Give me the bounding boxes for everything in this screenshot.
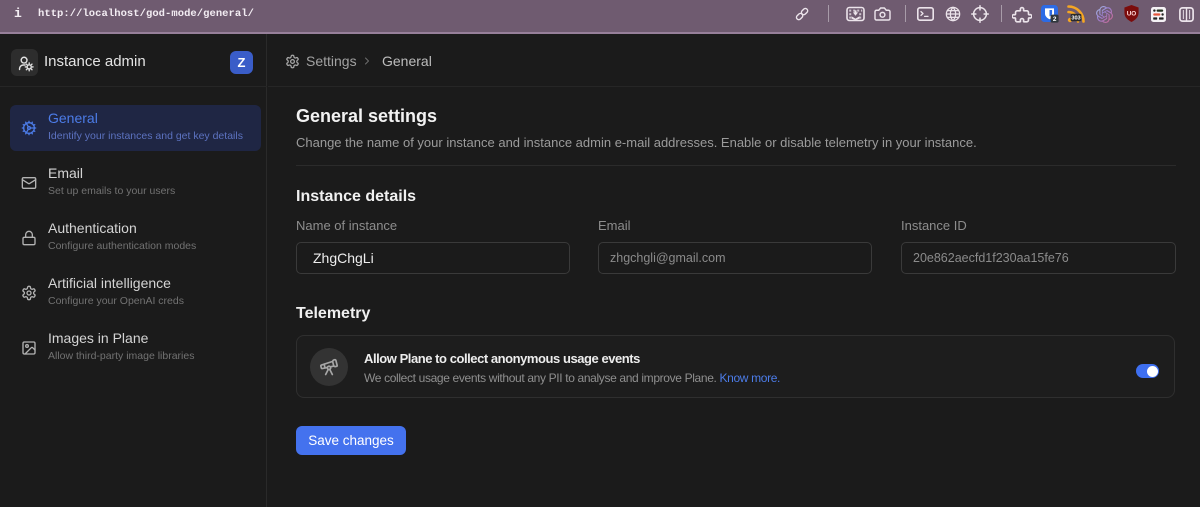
svg-text:UO: UO: [1127, 10, 1137, 17]
svg-text:303: 303: [1071, 16, 1080, 22]
svg-text:2: 2: [1053, 16, 1057, 23]
